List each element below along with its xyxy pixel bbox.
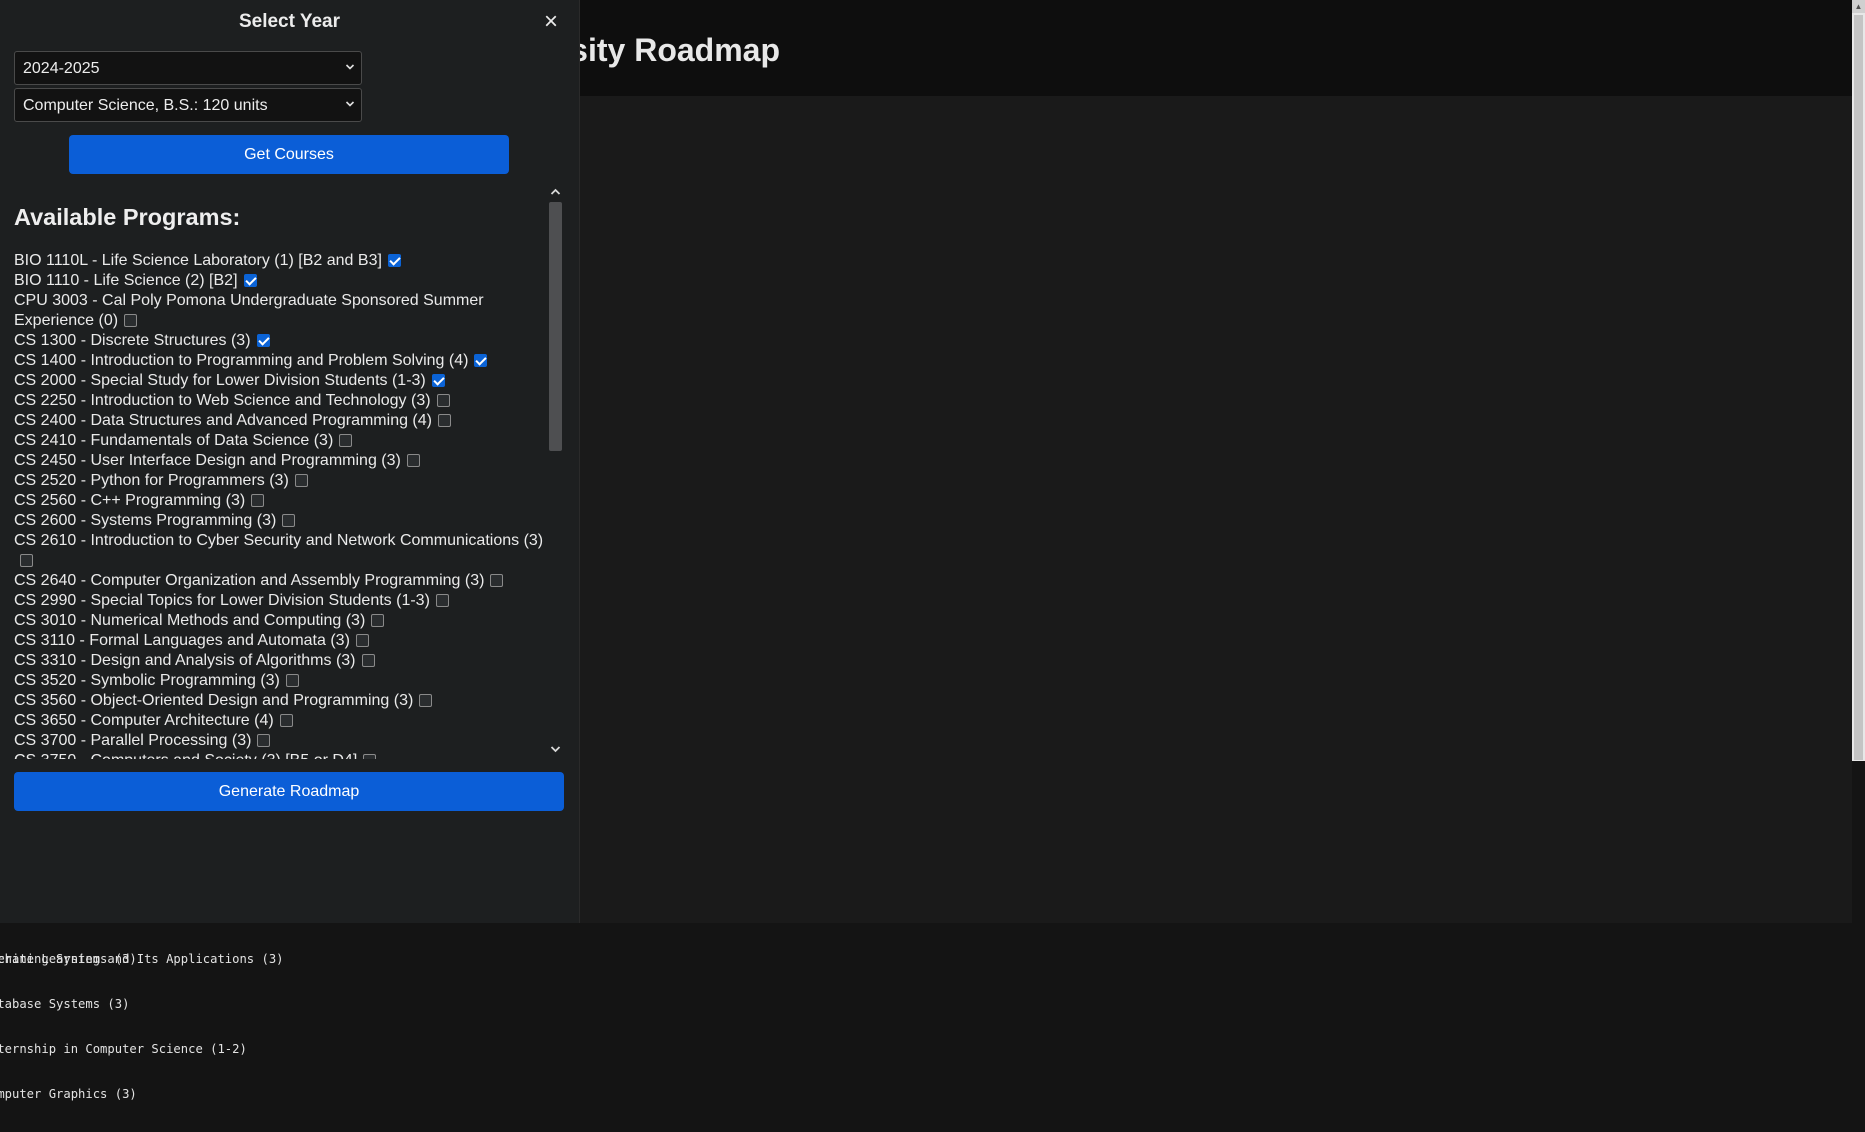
program-checkbox[interactable] (371, 614, 385, 627)
get-courses-button[interactable]: Get Courses (69, 135, 509, 174)
program-checkbox[interactable] (251, 494, 265, 507)
program-item[interactable]: CS 2990 - Special Topics for Lower Divis… (14, 591, 554, 611)
program-label: BIO 1110 - Life Science (2) [B2] (14, 272, 238, 289)
program-item[interactable]: CS 1300 - Discrete Structures (3) (14, 331, 554, 351)
programs-scroll-area[interactable]: Available Programs: BIO 1110L - Life Sci… (0, 185, 565, 759)
program-item[interactable]: CS 3650 - Computer Architecture (4) (14, 711, 554, 731)
program-checkbox[interactable] (279, 714, 293, 727)
program-checkbox[interactable] (474, 354, 488, 367)
program-item[interactable]: CS 3560 - Object-Oriented Design and Pro… (14, 691, 554, 711)
program-list: BIO 1110L - Life Science Laboratory (1) … (14, 251, 554, 759)
program-checkbox[interactable] (437, 414, 451, 427)
program-label: CS 2610 - Introduction to Cyber Security… (14, 532, 544, 549)
programs-scrollbar-thumb[interactable] (549, 202, 562, 451)
program-label: CS 3560 - Object-Oriented Design and Pro… (14, 692, 414, 709)
program-item[interactable]: BIO 1110 - Life Science (2) [B2] (14, 271, 554, 291)
panel-title: Select Year (238, 11, 341, 32)
chevron-down-icon (345, 64, 355, 70)
program-checkbox[interactable] (431, 374, 445, 387)
program-label: CS 2990 - Special Topics for Lower Divis… (14, 592, 430, 609)
program-checkbox[interactable] (256, 334, 270, 347)
program-checkbox[interactable] (363, 754, 377, 759)
generate-roadmap-button[interactable]: Generate Roadmap (14, 772, 564, 811)
program-item[interactable]: CS 2560 - C++ Programming (3) (14, 491, 554, 511)
page-scrollbar-thumb[interactable] (1854, 15, 1863, 760)
program-checkbox[interactable] (435, 594, 449, 607)
program-item[interactable]: CS 2610 - Introduction to Cyber Security… (14, 531, 554, 571)
program-checkbox[interactable] (490, 574, 504, 587)
program-checkbox[interactable] (361, 654, 375, 667)
program-item[interactable]: CS 3110 - Formal Languages and Automata … (14, 631, 554, 651)
term-course: atabase Systems (3) (0, 997, 130, 1011)
term-course: omputer Graphics (3) (0, 1087, 137, 1101)
scroll-down-arrow-icon[interactable] (547, 742, 564, 756)
program-checkbox[interactable] (285, 674, 299, 687)
program-item[interactable]: CS 2450 - User Interface Design and Prog… (14, 451, 554, 471)
program-checkbox[interactable] (257, 734, 271, 747)
program-item[interactable]: CS 2400 - Data Structures and Advanced P… (14, 411, 554, 431)
chevron-down-icon (345, 101, 355, 107)
program-checkbox[interactable] (20, 554, 33, 567)
program-label: CS 2400 - Data Structures and Advanced P… (14, 412, 432, 429)
program-item[interactable]: CS 2600 - Systems Programming (3) (14, 511, 554, 531)
program-item[interactable]: CS 1400 - Introduction to Programming an… (14, 351, 554, 371)
program-label: CS 2250 - Introduction to Web Science an… (14, 392, 431, 409)
program-label: BIO 1110L - Life Science Laboratory (1) … (14, 252, 382, 269)
program-label: CPU 3003 - Cal Poly Pomona Undergraduate… (14, 292, 484, 329)
program-label: CS 2450 - User Interface Design and Prog… (14, 452, 401, 469)
select-year-panel: Select Year × 2024-2025 Computer Science… (0, 0, 580, 923)
program-item[interactable]: BIO 1110L - Life Science Laboratory (1) … (14, 251, 554, 271)
program-label: CS 3700 - Parallel Processing (3) (14, 732, 252, 749)
program-checkbox[interactable] (124, 314, 138, 327)
program-item[interactable]: CS 2250 - Introduction to Web Science an… (14, 391, 554, 411)
program-item[interactable]: CS 2640 - Computer Organization and Asse… (14, 571, 554, 591)
program-label: CS 3010 - Numerical Methods and Computin… (14, 612, 366, 629)
scroll-up-arrow-icon[interactable] (547, 185, 564, 199)
program-item[interactable]: CPU 3003 - Cal Poly Pomona Undergraduate… (14, 291, 554, 331)
programs-scrollbar[interactable] (547, 185, 564, 759)
program-item[interactable]: CS 3520 - Symbolic Programming (3) (14, 671, 554, 691)
program-label: CS 2520 - Python for Programmers (3) (14, 472, 289, 489)
program-label: CS 3110 - Formal Languages and Automata … (14, 632, 350, 649)
program-checkbox[interactable] (419, 694, 433, 707)
programs-heading: Available Programs: (14, 204, 241, 230)
program-checkbox[interactable] (294, 474, 308, 487)
term-course: perating Systems (3) (0, 952, 137, 966)
program-label: CS 3310 - Design and Analysis of Algorit… (14, 652, 356, 669)
year-select-value: 2024-2025 (23, 60, 100, 77)
close-icon[interactable]: × (540, 10, 562, 34)
program-checkbox[interactable] (339, 434, 353, 447)
program-checkbox[interactable] (406, 454, 420, 467)
program-item[interactable]: CS 3310 - Design and Analysis of Algorit… (14, 651, 554, 671)
program-label: CS 1400 - Introduction to Programming an… (14, 352, 469, 369)
program-select[interactable]: Computer Science, B.S.: 120 units (14, 88, 362, 122)
scroll-up-arrow-icon[interactable]: ▲ (1852, 0, 1865, 13)
program-label: CS 2410 - Fundamentals of Data Science (… (14, 432, 334, 449)
program-label: CS 2000 - Special Study for Lower Divisi… (14, 372, 426, 389)
program-label: CS 2600 - Systems Programming (3) (14, 512, 277, 529)
program-label: CS 3750 - Computers and Society (3) [B5 … (14, 752, 357, 759)
program-item[interactable]: CS 2000 - Special Study for Lower Divisi… (14, 371, 554, 391)
program-label: CS 2560 - C++ Programming (3) (14, 492, 246, 509)
program-item[interactable]: CS 2410 - Fundamentals of Data Science (… (14, 431, 554, 451)
program-checkbox[interactable] (387, 254, 401, 267)
program-label: CS 1300 - Discrete Structures (3) (14, 332, 251, 349)
program-label: CS 2640 - Computer Organization and Asse… (14, 572, 485, 589)
term-course: nternship in Computer Science (1-2) (0, 1042, 247, 1056)
program-item[interactable]: CS 3700 - Parallel Processing (3) (14, 731, 554, 751)
program-checkbox[interactable] (355, 634, 369, 647)
program-item[interactable]: CS 3010 - Numerical Methods and Computin… (14, 611, 554, 631)
year-select[interactable]: 2024-2025 (14, 51, 362, 85)
program-checkbox[interactable] (436, 394, 450, 407)
program-checkbox[interactable] (243, 274, 257, 287)
program-label: CS 3650 - Computer Architecture (4) (14, 712, 274, 729)
program-item[interactable]: CS 2520 - Python for Programmers (3) (14, 471, 554, 491)
program-checkbox[interactable] (282, 514, 296, 527)
program-item[interactable]: CS 3750 - Computers and Society (3) [B5 … (14, 751, 554, 759)
program-select-value: Computer Science, B.S.: 120 units (23, 97, 268, 114)
program-label: CS 3520 - Symbolic Programming (3) (14, 672, 280, 689)
